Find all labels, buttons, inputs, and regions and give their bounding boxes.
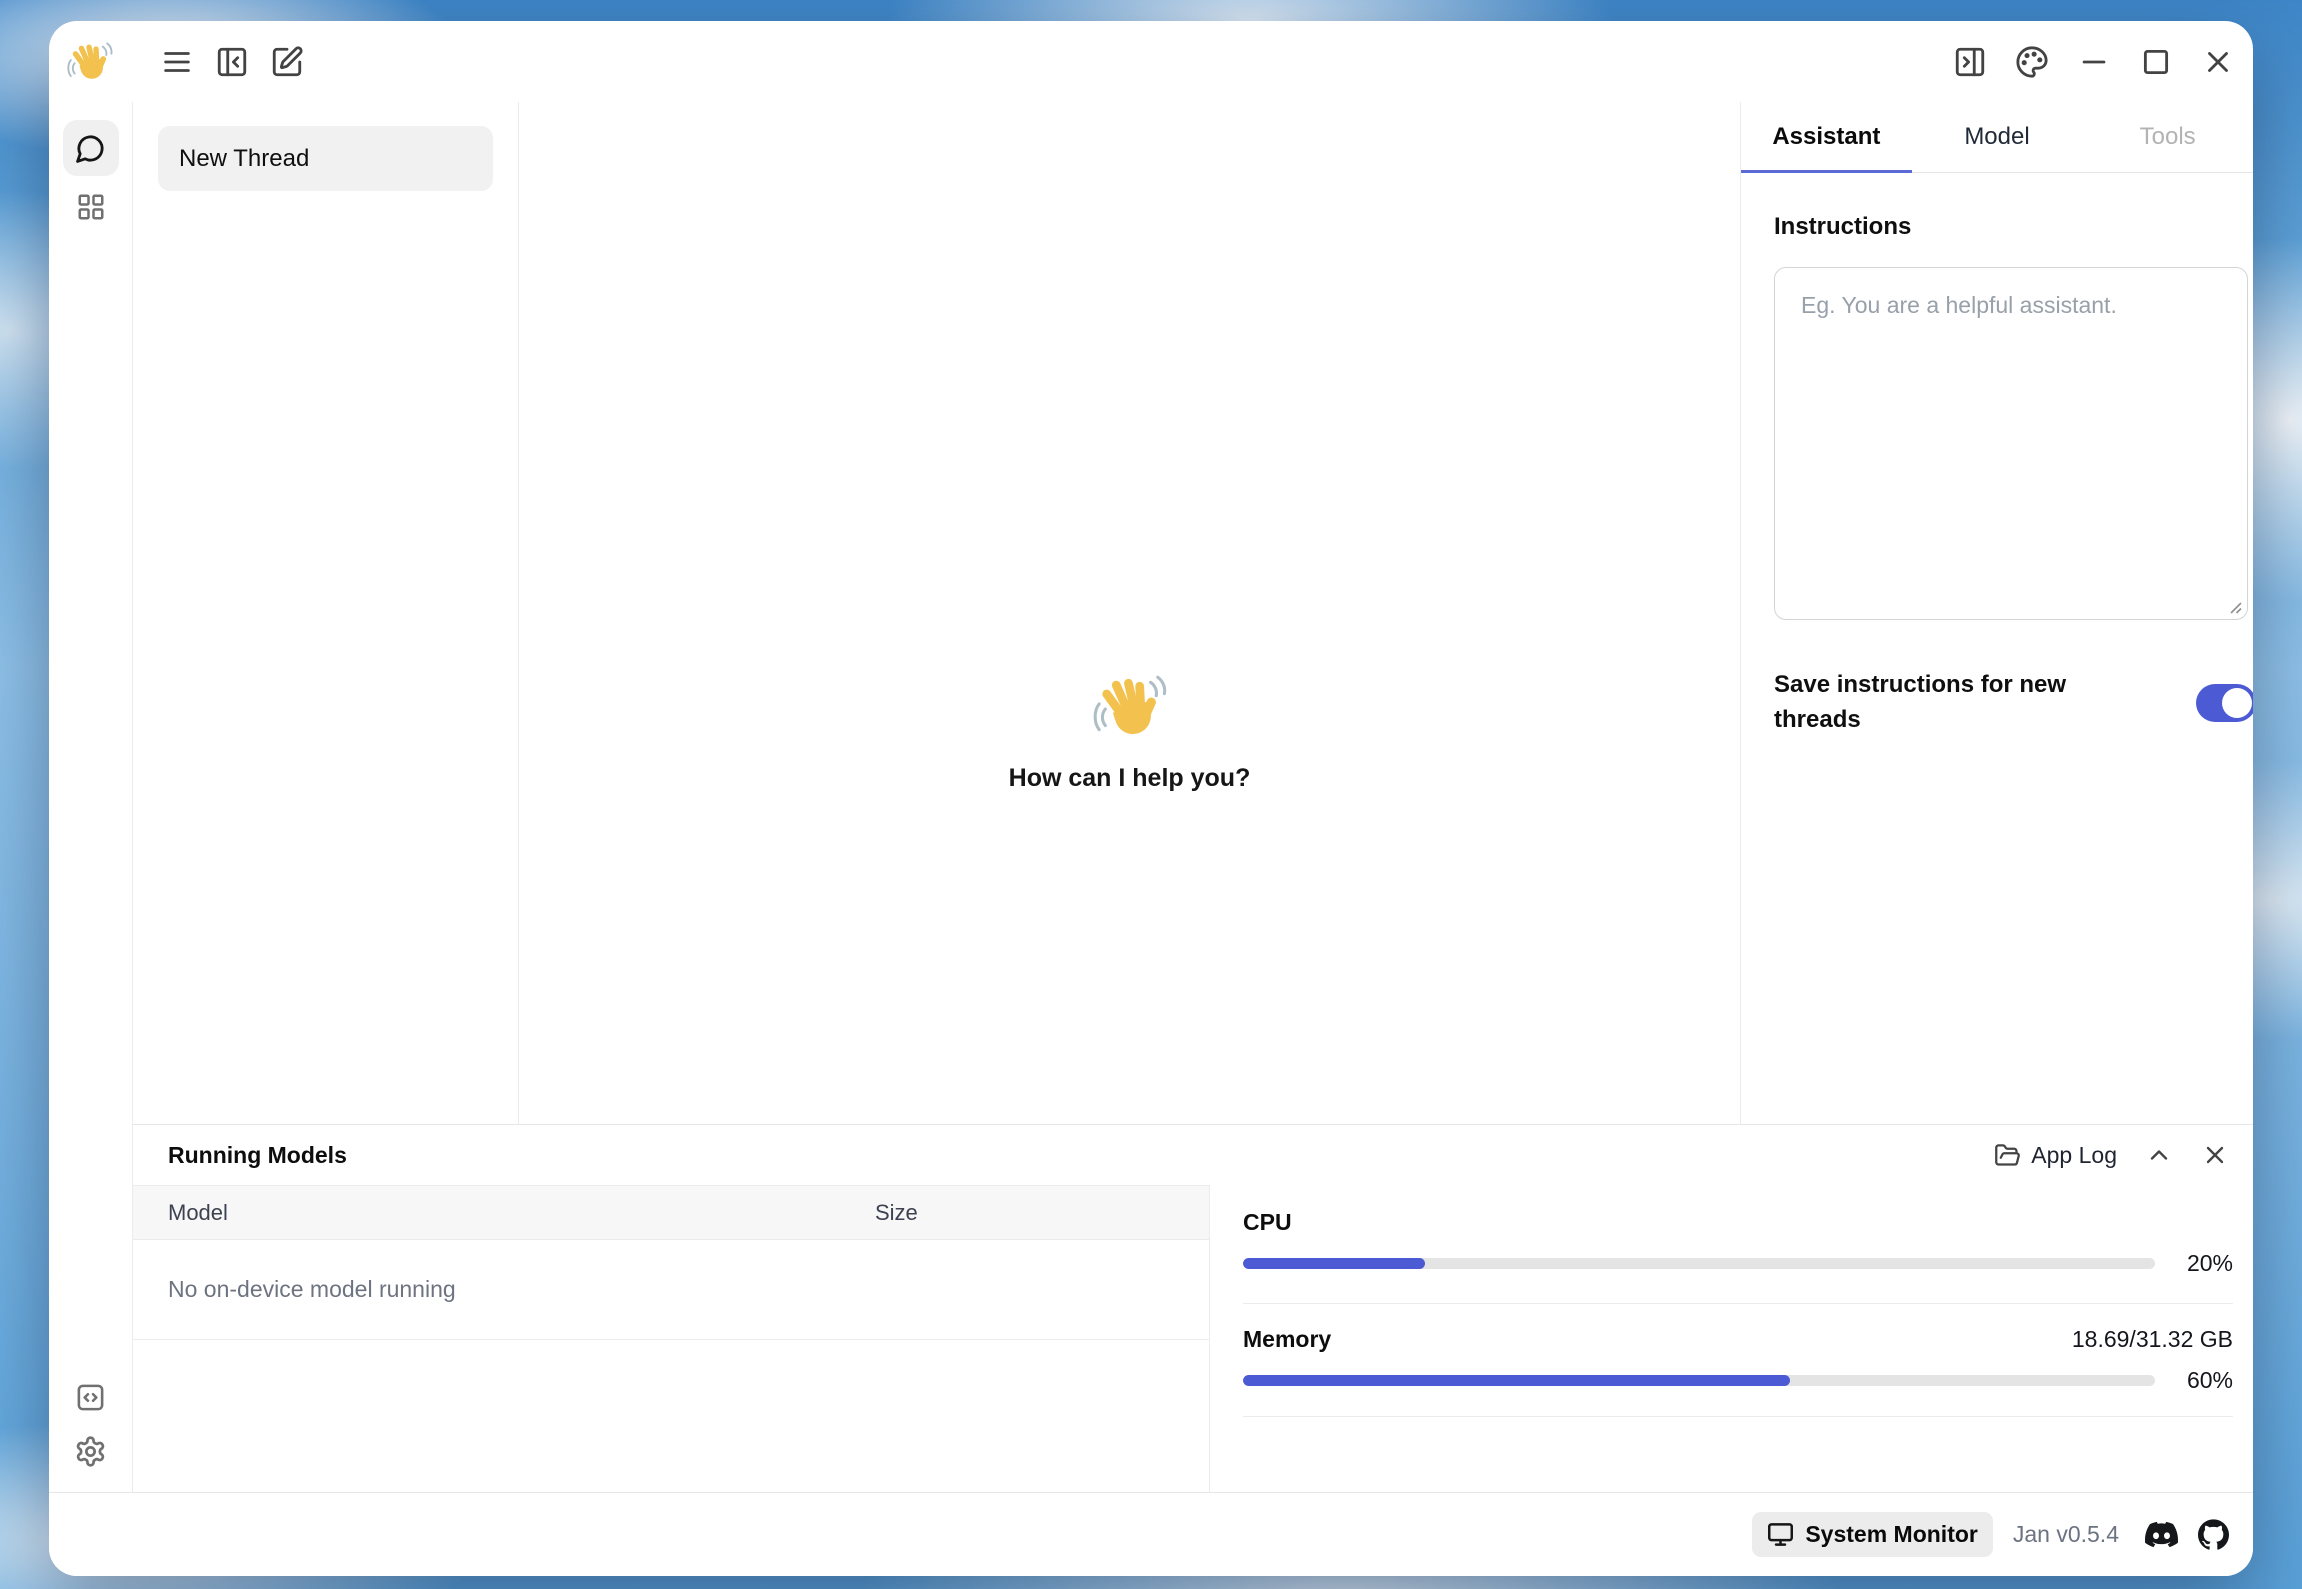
sidebar-item-threads[interactable] bbox=[63, 120, 119, 176]
menu-icon[interactable] bbox=[160, 45, 194, 79]
close-icon[interactable] bbox=[2201, 45, 2235, 79]
main-content: How can I help you? bbox=[519, 102, 1741, 1124]
github-icon[interactable] bbox=[2198, 1519, 2229, 1550]
monitor-icon bbox=[1767, 1521, 1794, 1548]
wave-hand-icon bbox=[1093, 670, 1167, 744]
app-version: Jan v0.5.4 bbox=[2013, 1521, 2119, 1548]
sidebar-item-local-api[interactable] bbox=[75, 1382, 106, 1413]
tab-assistant[interactable]: Assistant bbox=[1741, 102, 1912, 172]
running-models-heading: Running Models bbox=[168, 1142, 347, 1169]
system-monitor-button[interactable]: System Monitor bbox=[1752, 1512, 1993, 1557]
system-monitor-label: System Monitor bbox=[1805, 1521, 1978, 1548]
app-log-label: App Log bbox=[2031, 1142, 2117, 1169]
palette-icon[interactable] bbox=[2015, 45, 2049, 79]
minimize-icon[interactable] bbox=[2077, 45, 2111, 79]
cpu-progress-fill bbox=[1243, 1258, 1425, 1269]
resize-handle-icon[interactable] bbox=[2227, 599, 2243, 615]
cpu-label: CPU bbox=[1243, 1209, 2233, 1236]
running-models-table: Model Size No on-device model running bbox=[133, 1185, 1210, 1493]
cpu-percent: 20% bbox=[2155, 1250, 2233, 1277]
close-panel-icon[interactable] bbox=[2201, 1141, 2229, 1169]
toggle-knob bbox=[2222, 688, 2252, 718]
thread-list-panel: New Thread bbox=[133, 102, 519, 1124]
system-stats: CPU 20% Memory 18.69/31.32 GB bbox=[1210, 1185, 2253, 1493]
sidebar-item-hub[interactable] bbox=[76, 192, 106, 222]
column-header-model: Model bbox=[133, 1200, 875, 1226]
maximize-icon[interactable] bbox=[2139, 45, 2173, 79]
instructions-heading: Instructions bbox=[1774, 213, 2243, 241]
panel-right-open-icon[interactable] bbox=[1953, 45, 1987, 79]
greeting-text: How can I help you? bbox=[1009, 764, 1251, 793]
grid-icon bbox=[76, 192, 106, 222]
jan-logo-wave-icon bbox=[67, 39, 113, 85]
sidebar-item-settings[interactable] bbox=[74, 1435, 107, 1468]
tab-tools[interactable]: Tools bbox=[2082, 102, 2253, 172]
cpu-progress-track bbox=[1243, 1258, 2155, 1269]
statusbar: System Monitor Jan v0.5.4 bbox=[49, 1492, 2253, 1576]
save-instructions-label: Save instructions for new threads bbox=[1774, 668, 2104, 738]
empty-table-message: No on-device model running bbox=[133, 1240, 1209, 1340]
discord-icon[interactable] bbox=[2145, 1518, 2178, 1551]
instructions-input[interactable] bbox=[1774, 267, 2248, 620]
folder-open-icon bbox=[1994, 1142, 2021, 1169]
column-header-size: Size bbox=[875, 1200, 918, 1226]
tab-model[interactable]: Model bbox=[1912, 102, 2083, 172]
memory-label: Memory bbox=[1243, 1326, 1331, 1353]
save-instructions-toggle[interactable] bbox=[2196, 684, 2253, 722]
thread-title: New Thread bbox=[179, 145, 309, 173]
thread-list-item[interactable]: New Thread bbox=[158, 126, 493, 191]
panel-tabs: Assistant Model Tools bbox=[1741, 102, 2253, 173]
compose-icon[interactable] bbox=[270, 45, 304, 79]
memory-progress-track bbox=[1243, 1375, 2155, 1386]
titlebar bbox=[49, 21, 2253, 102]
memory-percent: 60% bbox=[2155, 1367, 2233, 1394]
settings-gear-icon bbox=[74, 1435, 107, 1468]
chat-bubble-icon bbox=[75, 133, 106, 164]
collapse-panel-icon[interactable] bbox=[2145, 1141, 2173, 1169]
panel-left-close-icon[interactable] bbox=[215, 45, 249, 79]
system-monitor-panel: Running Models App Log Model bbox=[133, 1124, 2253, 1492]
memory-usage: 18.69/31.32 GB bbox=[2072, 1326, 2233, 1353]
app-log-button[interactable]: App Log bbox=[1994, 1142, 2117, 1169]
memory-progress-fill bbox=[1243, 1375, 1790, 1386]
jan-app-window: New Thread How bbox=[49, 21, 2253, 1576]
assistant-panel: Assistant Model Tools Instructions Save … bbox=[1741, 102, 2253, 1124]
icon-rail bbox=[49, 102, 133, 1492]
code-icon bbox=[75, 1382, 106, 1413]
